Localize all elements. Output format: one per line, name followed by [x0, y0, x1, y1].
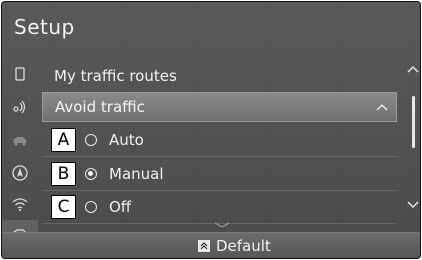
navigation-icon[interactable]	[2, 158, 38, 188]
callout-marker: C	[51, 194, 76, 219]
avoid-traffic-dropdown[interactable]: Avoid traffic	[42, 92, 397, 122]
option-off[interactable]: C Off	[42, 190, 397, 224]
chevron-up-icon	[376, 100, 388, 115]
footer-bar: Default	[2, 232, 420, 258]
option-label: Manual	[109, 164, 164, 183]
page-title: Setup	[14, 15, 75, 39]
default-label: Default	[216, 237, 271, 255]
settings-list: My traffic routes Avoid traffic A Auto B…	[42, 59, 397, 231]
wifi-icon[interactable]	[2, 189, 38, 219]
default-icon	[198, 240, 210, 252]
radio-button[interactable]	[85, 133, 97, 146]
dropdown-label: Avoid traffic	[55, 98, 145, 116]
option-label: Off	[109, 197, 132, 216]
sidebar	[2, 59, 38, 255]
voice-icon[interactable]	[2, 92, 38, 122]
radio-button[interactable]	[85, 200, 97, 213]
scrollbar[interactable]	[406, 62, 420, 212]
setup-screen: Setup My traffic routes Avoid traffic A …	[1, 1, 421, 259]
car-icon[interactable]	[2, 125, 38, 155]
callout-marker: B	[51, 161, 76, 186]
phone-icon[interactable]	[2, 59, 38, 89]
default-button[interactable]: Default	[198, 237, 271, 255]
radio-button[interactable]	[85, 167, 97, 180]
list-item-label: My traffic routes	[54, 66, 177, 85]
scroll-thumb[interactable]	[412, 96, 415, 148]
scroll-down-icon[interactable]	[406, 198, 420, 212]
option-label: Auto	[109, 130, 144, 149]
chevron-down-icon	[214, 220, 230, 231]
list-item-my-traffic-routes[interactable]: My traffic routes	[42, 59, 397, 93]
callout-marker: A	[51, 127, 76, 152]
scroll-up-icon[interactable]	[406, 62, 420, 76]
option-manual[interactable]: B Manual	[42, 157, 397, 191]
option-auto[interactable]: A Auto	[42, 123, 397, 157]
